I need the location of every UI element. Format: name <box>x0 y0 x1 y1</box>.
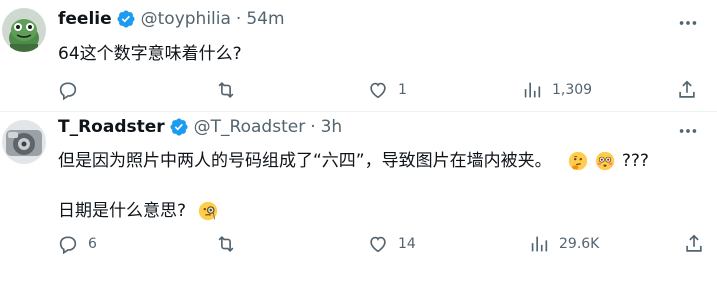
reply-icon <box>59 236 77 255</box>
like-button[interactable]: 1 <box>367 79 407 101</box>
tweet[interactable]: feelie @toyphilia · 54m 64这个数字意味着什么? 1 1… <box>0 0 717 112</box>
avatar[interactable] <box>2 120 46 164</box>
views-count: 1,309 <box>552 82 593 98</box>
user-handle[interactable]: @T_Roadster <box>194 117 306 137</box>
user-handle[interactable]: @toyphilia <box>141 9 231 29</box>
flushed-face-icon <box>596 151 615 171</box>
heart-icon <box>370 236 386 253</box>
tweet-header: T_Roadster @T_Roadster · 3h <box>58 117 342 137</box>
reply-button[interactable]: 6 <box>57 233 97 255</box>
verified-badge-icon <box>170 118 188 136</box>
reply-count: 6 <box>88 236 97 252</box>
retweet-button[interactable] <box>215 233 246 255</box>
reply-button[interactable] <box>57 79 88 101</box>
tweet-header: feelie @toyphilia · 54m <box>58 9 285 29</box>
views-icon <box>524 82 541 98</box>
tweet-actions: 1 1,309 <box>0 79 717 103</box>
share-button[interactable] <box>683 233 705 255</box>
views-button[interactable]: 1,309 <box>521 79 592 101</box>
avatar[interactable] <box>2 8 46 52</box>
tweet-divider <box>0 111 717 112</box>
retweet-button[interactable] <box>215 79 246 101</box>
retweet-icon <box>218 235 234 253</box>
views-count: 29.6K <box>559 236 600 252</box>
monocle-face-icon <box>199 201 218 221</box>
more-icon[interactable] <box>677 120 699 142</box>
tweet-text-suffix: ??? <box>621 151 649 171</box>
more-icon[interactable] <box>677 12 699 34</box>
views-button[interactable]: 29.6K <box>528 233 599 255</box>
tweet-text-line: 但是因为照片中两人的号码组成了“六四”，导致图片在墙内被夹。 ??? <box>58 146 649 172</box>
share-button[interactable] <box>676 79 698 101</box>
retweet-icon <box>218 81 234 99</box>
timestamp[interactable]: 3h <box>321 117 343 137</box>
separator-dot: · <box>310 117 316 137</box>
separator-dot: · <box>235 9 242 29</box>
tweet-actions: 6 14 29.6K <box>0 233 717 257</box>
frog-avatar-icon <box>2 8 46 52</box>
share-icon <box>686 234 702 252</box>
display-name[interactable]: feelie <box>58 9 112 29</box>
like-count: 14 <box>398 236 416 252</box>
display-name[interactable]: T_Roadster <box>58 117 165 137</box>
tweet-text: 64这个数字意味着什么? <box>58 44 242 64</box>
tweet-text: 日期是什么意思? <box>58 201 187 221</box>
reply-icon <box>59 82 77 101</box>
tweet-text-line: 日期是什么意思? <box>58 196 219 222</box>
like-count: 1 <box>398 82 407 98</box>
timestamp[interactable]: 54m <box>246 9 284 29</box>
views-icon <box>531 236 548 252</box>
tweet-text: 但是因为照片中两人的号码组成了“六四”，导致图片在墙内被夹。 <box>58 151 552 171</box>
car-wheel-avatar-icon <box>2 120 46 164</box>
heart-icon <box>370 82 386 99</box>
share-icon <box>679 80 695 98</box>
like-button[interactable]: 14 <box>367 233 416 255</box>
verified-badge-icon <box>117 10 135 28</box>
thinking-face-icon <box>568 151 588 171</box>
